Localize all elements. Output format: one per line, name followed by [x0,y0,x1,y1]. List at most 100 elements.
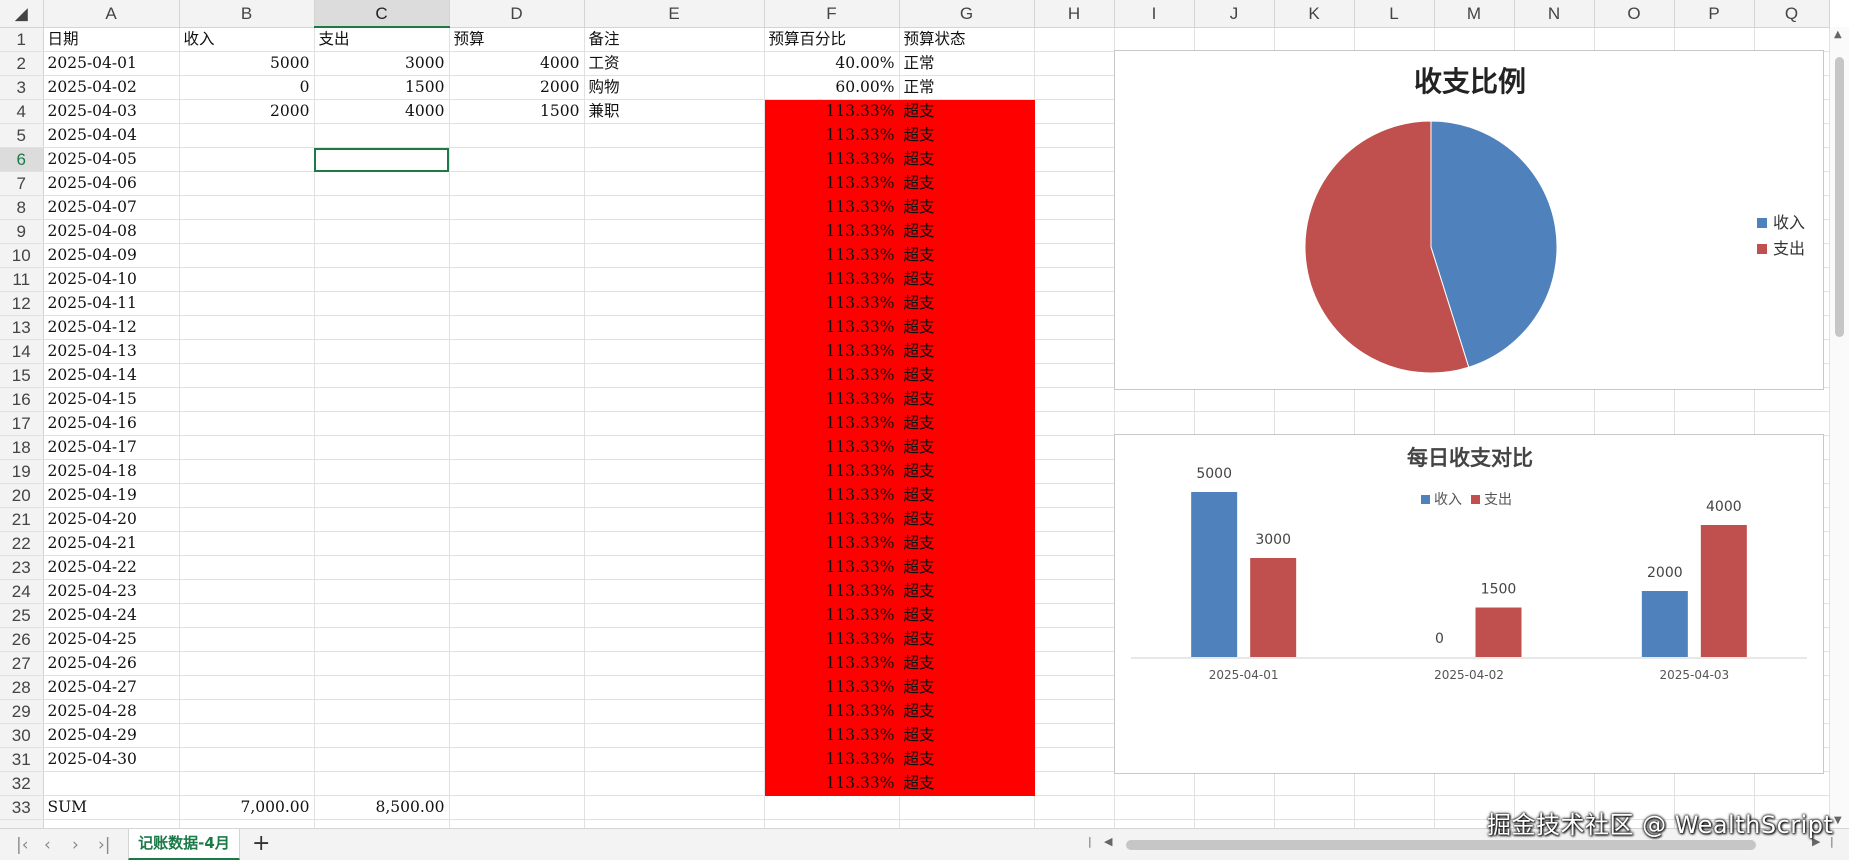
cell[interactable] [1034,795,1115,820]
cell[interactable] [899,795,1035,820]
cell[interactable] [584,435,765,460]
cell[interactable]: 超支 [899,579,1035,604]
row-header[interactable]: 18 [0,435,44,460]
cell[interactable] [584,411,765,436]
cell[interactable] [1034,267,1115,292]
cell[interactable]: 4000 [449,51,585,76]
cell[interactable]: 113.33% [764,339,900,364]
cell[interactable] [584,675,765,700]
cell[interactable] [1034,147,1115,172]
column-header-I[interactable]: I [1114,0,1195,28]
cell[interactable] [314,411,450,436]
cell[interactable] [314,123,450,148]
cell[interactable]: 60.00% [764,75,900,100]
cell[interactable] [1274,387,1355,412]
cell[interactable]: 113.33% [764,723,900,748]
cell[interactable]: 收入 [179,27,315,52]
row-header[interactable]: 33 [0,795,44,820]
cell[interactable] [179,459,315,484]
cell[interactable] [1754,387,1830,412]
cell[interactable] [449,315,585,340]
cell[interactable]: 113.33% [764,147,900,172]
cell[interactable] [179,723,315,748]
cell[interactable]: 113.33% [764,579,900,604]
cell[interactable] [179,387,315,412]
cell[interactable]: 超支 [899,363,1035,388]
row-header[interactable]: 17 [0,411,44,436]
cell[interactable] [1754,27,1830,52]
cell[interactable]: 超支 [899,387,1035,412]
column-header-O[interactable]: O [1594,0,1675,28]
cell[interactable] [449,603,585,628]
cell[interactable] [314,267,450,292]
cell[interactable] [1034,531,1115,556]
cell[interactable] [179,627,315,652]
cell[interactable]: 113.33% [764,651,900,676]
cell[interactable] [1354,411,1435,436]
cell[interactable]: 预算状态 [899,27,1035,52]
cell[interactable]: 2025-04-09 [43,243,180,268]
cell[interactable]: 113.33% [764,123,900,148]
cell[interactable] [1754,411,1830,436]
horizontal-scrollbar[interactable] [1120,839,1812,851]
cell[interactable] [314,387,450,412]
cell[interactable] [449,243,585,268]
cell[interactable] [1434,387,1515,412]
cell[interactable]: 113.33% [764,699,900,724]
cell[interactable]: 2025-04-30 [43,747,180,772]
cell[interactable] [449,219,585,244]
cell[interactable]: 超支 [899,699,1035,724]
cell[interactable] [314,459,450,484]
cell[interactable] [584,459,765,484]
row-header[interactable]: 7 [0,171,44,196]
cell[interactable] [1034,603,1115,628]
cell[interactable] [179,435,315,460]
cell[interactable] [1034,315,1115,340]
cell[interactable] [584,579,765,604]
cell[interactable] [584,195,765,220]
cell[interactable]: 超支 [899,771,1035,796]
horizontal-scroll-thumb[interactable] [1126,840,1756,850]
cell[interactable]: 113.33% [764,291,900,316]
row-header[interactable]: 10 [0,243,44,268]
cell[interactable] [314,675,450,700]
cell[interactable]: 超支 [899,483,1035,508]
cell[interactable] [584,315,765,340]
cell[interactable]: 超支 [899,627,1035,652]
cell[interactable] [314,219,450,244]
cell[interactable]: 2025-04-01 [43,51,180,76]
cell[interactable] [179,147,315,172]
row-header[interactable]: 3 [0,75,44,100]
cell[interactable] [314,291,450,316]
cell[interactable]: 超支 [899,339,1035,364]
cell[interactable] [179,171,315,196]
cell[interactable]: 3000 [314,51,450,76]
cell[interactable]: 超支 [899,747,1035,772]
cell[interactable] [584,555,765,580]
cell[interactable] [179,267,315,292]
cell[interactable] [1274,795,1355,820]
cell[interactable] [449,747,585,772]
cell[interactable] [314,531,450,556]
column-header-E[interactable]: E [584,0,765,28]
cell[interactable] [449,795,585,820]
cell[interactable]: 超支 [899,507,1035,532]
last-sheet-icon[interactable]: ›| [98,835,111,855]
column-header-H[interactable]: H [1034,0,1115,28]
row-header[interactable]: 28 [0,675,44,700]
cell[interactable]: 2025-04-06 [43,171,180,196]
cell[interactable] [1594,771,1675,796]
cell[interactable] [179,411,315,436]
cell[interactable] [1034,75,1115,100]
cell[interactable] [1594,411,1675,436]
cell[interactable] [1034,651,1115,676]
row-header[interactable]: 32 [0,771,44,796]
cell[interactable]: 2025-04-24 [43,603,180,628]
column-header-B[interactable]: B [179,0,315,28]
cell[interactable] [1034,771,1115,796]
cell[interactable]: 2025-04-27 [43,675,180,700]
cell[interactable] [179,603,315,628]
cell[interactable] [314,339,450,364]
cell[interactable] [1434,411,1515,436]
cell[interactable]: 113.33% [764,171,900,196]
